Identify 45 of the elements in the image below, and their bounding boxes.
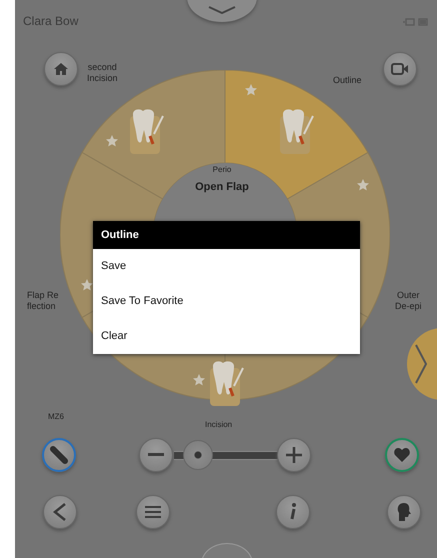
tooth-icon <box>130 108 166 154</box>
star-icon <box>106 134 118 146</box>
profile-button[interactable] <box>387 495 421 529</box>
user-name: Clara Bow <box>23 14 78 28</box>
handpiece-icon <box>50 446 68 464</box>
increase-button[interactable] <box>277 438 311 472</box>
menu-icon <box>145 506 161 518</box>
category-label: Perio <box>212 165 232 174</box>
procedure-step-label: Flap Re flection <box>27 290 59 312</box>
minus-icon <box>148 453 164 457</box>
procedure-step-label: second Incision <box>87 62 118 84</box>
head-profile-icon <box>397 503 411 521</box>
video-camera-icon <box>391 63 409 75</box>
procedure-title: Open Flap <box>194 181 250 193</box>
battery-icon <box>403 17 429 27</box>
star-icon <box>244 84 257 96</box>
chevron-down-icon <box>207 6 237 14</box>
info-button[interactable] <box>276 495 310 529</box>
info-icon <box>289 503 297 521</box>
chevron-right-icon <box>415 344 427 384</box>
tooth-icon <box>210 360 246 406</box>
menu-button[interactable] <box>136 495 170 529</box>
plus-icon <box>286 447 302 463</box>
procedure-step-label: Outline <box>333 75 362 86</box>
decrease-button[interactable] <box>139 438 173 472</box>
favorite-button[interactable] <box>385 438 419 472</box>
tooth-icon <box>280 108 316 154</box>
home-icon <box>53 62 69 76</box>
menu-title: Outline <box>93 221 360 249</box>
home-button[interactable] <box>44 52 78 86</box>
procedure-step-label: Outer De-epi <box>395 290 422 312</box>
mode-label: MZ6 <box>48 412 64 421</box>
video-camera-button[interactable] <box>383 52 417 86</box>
heart-icon <box>394 448 410 462</box>
slider-label: Incision <box>205 420 232 429</box>
star-icon <box>80 279 93 292</box>
slider-thumb[interactable] <box>182 440 213 470</box>
back-button[interactable] <box>43 495 77 529</box>
instrument-button[interactable] <box>42 438 76 472</box>
menu-item[interactable]: Save To Favorite <box>93 284 360 319</box>
star-icon <box>357 178 370 191</box>
star-icon <box>193 374 206 386</box>
menu-item[interactable]: Save <box>93 249 360 284</box>
menu-item[interactable]: Clear <box>93 319 360 354</box>
chevron-left-icon <box>53 502 67 522</box>
